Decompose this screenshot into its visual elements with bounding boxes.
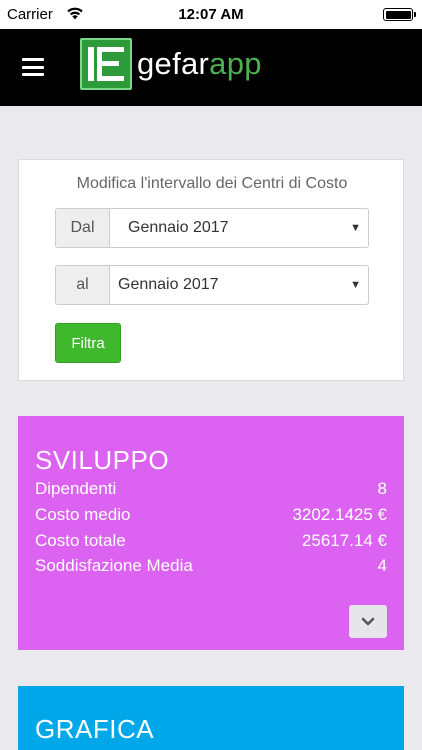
dropdown-arrow-icon: ▼ (350, 222, 361, 234)
logo-mark-icon (80, 38, 132, 90)
app-header: gefarapp (0, 29, 422, 106)
summary-row-label: Soddisfazione Media (35, 556, 193, 575)
chart-section-card: GRAFICA (18, 686, 404, 750)
summary-row-label: Costo totale (35, 531, 126, 550)
to-month-group: al Gennaio 2017 ▼ (55, 265, 369, 305)
cost-center-card: SVILUPPO Dipendenti 8 Costo medio 3202.1… (18, 416, 404, 650)
filter-button[interactable]: Filtra (55, 323, 121, 363)
chart-section-title: GRAFICA (35, 714, 155, 744)
to-label: al (56, 266, 110, 304)
battery-icon (383, 8, 416, 21)
cost-center-title: SVILUPPO (35, 445, 170, 475)
from-label: Dal (56, 209, 110, 247)
from-month-value: Gennaio 2017 (128, 219, 229, 236)
summary-row-value: 4 (377, 556, 387, 575)
chevron-down-icon (361, 617, 375, 625)
summary-row-value: 3202.1425 € (292, 505, 387, 524)
to-month-value: Gennaio 2017 (118, 276, 219, 293)
clock: 12:07 AM (178, 6, 244, 23)
filter-title: Modifica l'intervallo dei Centri di Cost… (76, 175, 348, 192)
summary-row-value: 8 (377, 479, 387, 498)
summary-row-label: Costo medio (35, 505, 131, 524)
dropdown-arrow-icon: ▼ (350, 279, 361, 291)
summary-row-value: 25617.14 € (301, 531, 387, 550)
summary-row: Costo medio 3202.1425 € (35, 505, 387, 525)
app-logo: gefarapp (80, 38, 262, 90)
from-month-group: Dal Gennaio 2017 ▼ (55, 208, 369, 248)
menu-icon[interactable] (22, 58, 44, 76)
to-month-select[interactable]: Gennaio 2017 ▼ (110, 266, 368, 304)
status-bar: Carrier 12:07 AM (0, 0, 422, 29)
logo-text: gefarapp (137, 46, 262, 81)
expand-button[interactable] (349, 605, 387, 638)
summary-row: Soddisfazione Media 4 (35, 556, 387, 576)
filter-card: Modifica l'intervallo dei Centri di Cost… (18, 159, 404, 381)
summary-row: Costo totale 25617.14 € (35, 531, 387, 551)
summary-row-label: Dipendenti (35, 479, 117, 498)
from-month-select[interactable]: Gennaio 2017 ▼ (110, 209, 368, 247)
summary-row: Dipendenti 8 (35, 479, 387, 499)
